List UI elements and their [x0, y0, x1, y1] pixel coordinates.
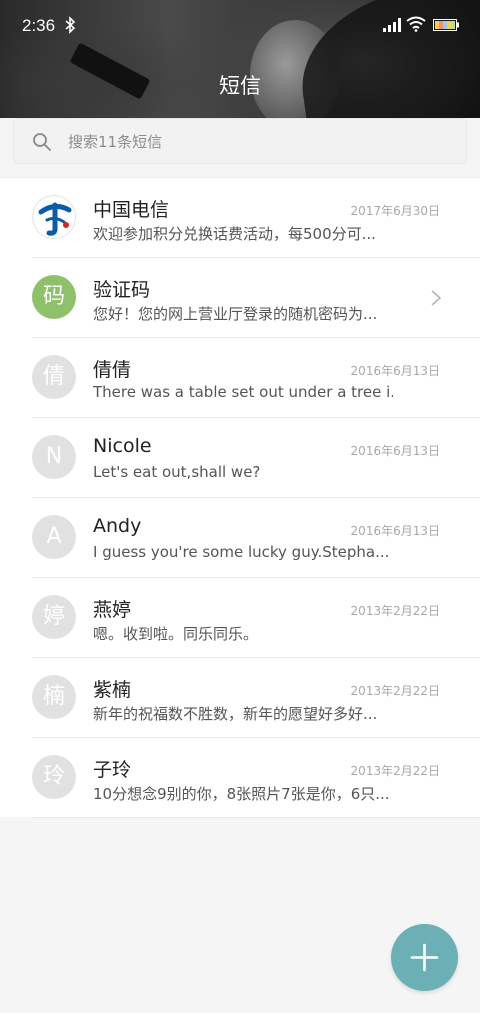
battery-icon	[433, 19, 459, 31]
conversation-row[interactable]: 中国电信 欢迎参加积分兑换话费活动，每500分可... 2017年6月30日	[0, 178, 480, 258]
conversation-row[interactable]: 楠 紫楠 新年的祝福数不胜数，新年的愿望好多好... 2013年2月22日	[0, 658, 480, 738]
contact-name: 燕婷	[93, 599, 132, 621]
search-bar[interactable]	[13, 118, 467, 164]
message-preview: 嗯。收到啦。同乐同乐。	[93, 625, 259, 643]
contact-name: 倩倩	[93, 359, 132, 381]
message-preview: 欢迎参加积分兑换话费活动，每500分可...	[93, 225, 376, 243]
conversation-list: 中国电信 欢迎参加积分兑换话费活动，每500分可... 2017年6月30日 码…	[0, 177, 480, 818]
contact-name: 验证码	[93, 279, 151, 301]
contact-name: Nicole	[93, 435, 152, 457]
message-date: 2016年6月13日	[350, 364, 440, 378]
message-preview: 您好！您的网上营业厅登录的随机密码为...	[93, 305, 378, 323]
message-preview: I guess you're some lucky guy.Stepha...	[93, 543, 390, 561]
row-divider	[32, 817, 480, 818]
message-date: 2017年6月30日	[350, 204, 440, 218]
new-message-button[interactable]	[391, 924, 458, 991]
conversation-row[interactable]: A Andy I guess you're some lucky guy.Ste…	[0, 498, 480, 578]
status-bar: 2:36	[0, 0, 480, 52]
contact-name: 子玲	[93, 759, 132, 781]
search-icon	[33, 133, 51, 151]
message-date: 2013年2月22日	[350, 684, 440, 698]
page-title: 短信	[219, 74, 261, 98]
message-preview: Let's eat out,shall we?	[93, 463, 261, 481]
message-date: 2016年6月13日	[350, 524, 440, 538]
conversation-row[interactable]: 倩 倩倩 There was a table set out under a t…	[0, 338, 480, 418]
signal-icon	[383, 18, 401, 32]
message-date: 2013年2月22日	[350, 604, 440, 618]
plus-icon	[410, 943, 439, 972]
message-preview: 10分想念9别的你，8张照片7张是你，6只...	[93, 785, 390, 803]
contact-avatar: 楠	[32, 675, 76, 719]
conversation-row[interactable]: N Nicole Let's eat out,shall we? 2016年6月…	[0, 418, 480, 498]
contact-avatar: 倩	[32, 355, 76, 399]
china-telecom-logo-avatar	[32, 195, 76, 239]
contact-avatar: 婷	[32, 595, 76, 639]
contact-name: Andy	[93, 515, 142, 537]
conversation-row[interactable]: 码 验证码 您好！您的网上营业厅登录的随机密码为...	[0, 258, 480, 338]
contact-avatar: 码	[32, 275, 76, 319]
message-date: 2016年6月13日	[350, 444, 440, 458]
china-telecom-logo-icon	[38, 202, 72, 236]
message-date: 2013年2月22日	[350, 764, 440, 778]
wifi-icon	[406, 16, 426, 32]
search-input[interactable]	[68, 127, 448, 157]
contact-name: 中国电信	[93, 199, 170, 221]
status-time: 2:36	[22, 16, 56, 35]
contact-avatar: N	[32, 435, 76, 479]
message-preview: There was a table set out under a tree i…	[93, 383, 393, 401]
contact-avatar: 玲	[32, 755, 76, 799]
bluetooth-icon	[65, 16, 76, 34]
contact-name: 紫楠	[93, 679, 132, 701]
message-preview: 新年的祝福数不胜数，新年的愿望好多好...	[93, 705, 378, 723]
chevron-right-icon[interactable]	[430, 288, 442, 308]
conversation-row[interactable]: 婷 燕婷 嗯。收到啦。同乐同乐。 2013年2月22日	[0, 578, 480, 658]
conversation-row[interactable]: 玲 子玲 10分想念9别的你，8张照片7张是你，6只... 2013年2月22日	[0, 738, 480, 818]
contact-avatar: A	[32, 515, 76, 559]
